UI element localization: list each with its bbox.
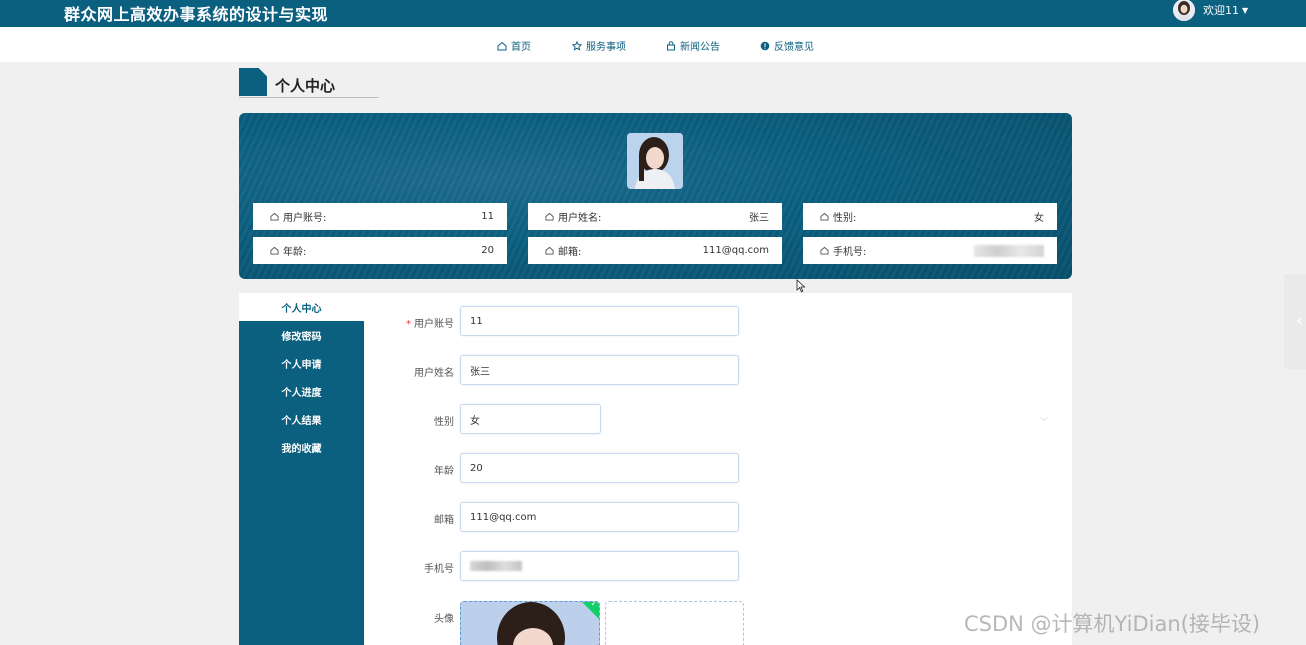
field-label-gender: 性别	[434, 417, 454, 428]
gender-select[interactable]: 女	[460, 404, 601, 434]
nav-item-label: 新闻公告	[680, 42, 720, 53]
info-account: 用户账号: 11	[253, 203, 507, 230]
sidebar: 个人中心 修改密码 个人申请 个人进度 个人结果 我的收藏	[239, 293, 364, 645]
star-icon	[572, 40, 582, 51]
info-value: 女	[1034, 213, 1044, 224]
nav-item-label: 服务事项	[586, 42, 626, 53]
field-label-name: 用户姓名	[414, 368, 454, 379]
home-icon	[545, 212, 554, 221]
main-nav: 首页 服务事项 新闻公告 反馈意见	[0, 27, 1306, 62]
profile-form: * 用户账号 11 用户姓名 张三 性别 女 ⌵ 年龄 20 邮箱 111@qq.…	[364, 293, 1072, 645]
required-mark: *	[406, 319, 411, 330]
sidebar-item-results[interactable]: 个人结果	[239, 405, 364, 433]
nav-item-label: 首页	[511, 42, 531, 53]
avatar-upload-preview[interactable]: ✓	[460, 601, 600, 645]
avatar-upload-button[interactable]	[605, 601, 744, 645]
welcome-text[interactable]: 欢迎11	[1203, 2, 1239, 18]
email-input[interactable]: 111@qq.com	[460, 502, 739, 532]
section-heading: 个人中心	[239, 68, 379, 100]
info-email: 邮箱: 111@qq.com	[528, 237, 782, 264]
phone-input[interactable]	[460, 551, 739, 581]
home-icon	[820, 246, 829, 255]
info-label: 年龄:	[283, 247, 307, 258]
section-flag-icon	[239, 68, 267, 96]
info-value: 11	[481, 211, 494, 222]
home-icon	[545, 246, 554, 255]
info-age: 年龄: 20	[253, 237, 507, 264]
info-label: 用户姓名:	[558, 213, 602, 224]
nav-item-label: 反馈意见	[774, 42, 814, 53]
age-input[interactable]: 20	[460, 453, 739, 483]
nav-item-services[interactable]: 服务事项	[572, 38, 626, 53]
site-title: 群众网上高效办事系统的设计与实现	[64, 5, 329, 24]
name-input[interactable]: 张三	[460, 355, 739, 385]
sidebar-item-progress[interactable]: 个人进度	[239, 377, 364, 405]
home-icon	[270, 212, 279, 221]
home-icon	[497, 41, 507, 50]
nav-item-news[interactable]: 新闻公告	[666, 38, 720, 53]
home-icon	[820, 212, 829, 221]
sidebar-item-change-password[interactable]: 修改密码	[239, 321, 364, 349]
info-label: 手机号:	[833, 247, 867, 258]
redacted-phone	[974, 244, 1044, 257]
bag-icon	[667, 40, 675, 50]
profile-avatar	[627, 133, 683, 189]
profile-card: 用户账号: 11 用户姓名: 张三 性别: 女 年龄: 20 邮箱: 111@q…	[239, 113, 1072, 279]
page-title: 个人中心	[275, 77, 336, 95]
info-name: 用户姓名: 张三	[528, 203, 782, 230]
home-icon	[270, 246, 279, 255]
account-input[interactable]: 11	[460, 306, 739, 336]
mouse-cursor-icon	[796, 279, 806, 293]
info-value: 20	[481, 245, 494, 256]
field-label-age: 年龄	[434, 466, 454, 477]
field-label-avatar: 头像	[434, 614, 454, 625]
caret-down-icon[interactable]: ▼	[1242, 6, 1248, 15]
user-menu[interactable]: 欢迎11 ▼	[1173, 0, 1248, 21]
sidebar-item-applications[interactable]: 个人申请	[239, 349, 364, 377]
field-label-email: 邮箱	[434, 515, 454, 526]
info-label: 用户账号:	[283, 213, 327, 224]
page-side-handle[interactable]: ‹	[1284, 274, 1306, 369]
top-bar: 群众网上高效办事系统的设计与实现 欢迎11 ▼	[0, 0, 1306, 27]
chevron-down-icon[interactable]: ⌵	[1040, 413, 1048, 424]
info-icon	[760, 41, 770, 50]
field-label-phone: 手机号	[424, 564, 454, 575]
nav-item-home[interactable]: 首页	[497, 38, 531, 53]
info-phone: 手机号:	[803, 237, 1057, 264]
info-label: 邮箱:	[558, 247, 582, 258]
nav-item-feedback[interactable]: 反馈意见	[760, 38, 814, 53]
info-value: 111@qq.com	[702, 245, 769, 256]
redacted-phone	[470, 561, 522, 571]
info-value: 张三	[749, 213, 769, 224]
user-avatar[interactable]	[1173, 0, 1195, 21]
info-label: 性别:	[833, 213, 857, 224]
field-label-account: * 用户账号	[406, 319, 454, 330]
section-divider	[239, 97, 379, 98]
chevron-left-icon[interactable]: ‹	[1296, 310, 1303, 331]
sidebar-item-favorites[interactable]: 我的收藏	[239, 433, 364, 461]
watermark-text: CSDN @计算机YiDian(接毕设)	[964, 612, 1261, 636]
check-icon: ✓	[590, 601, 598, 608]
info-gender: 性别: 女	[803, 203, 1057, 230]
sidebar-item-profile[interactable]: 个人中心	[239, 293, 364, 321]
